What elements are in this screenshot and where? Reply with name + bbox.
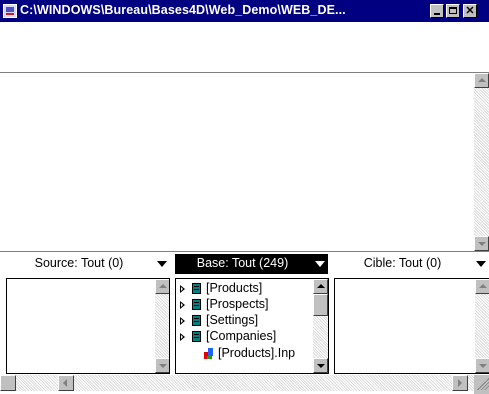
- expand-triangle-icon[interactable]: [180, 333, 185, 341]
- field-icon: [204, 348, 214, 360]
- base-tree[interactable]: [Products] [Prospects] [Settings] [Compa…: [175, 278, 329, 374]
- minimize-icon: [434, 13, 440, 15]
- scroll-left-button[interactable]: [58, 375, 74, 391]
- table-icon: [192, 283, 201, 294]
- source-list[interactable]: [6, 278, 170, 374]
- source-dropdown[interactable]: Source: Tout (0): [6, 254, 170, 274]
- dropdown-arrow-icon: [476, 261, 486, 267]
- table-icon: [192, 315, 201, 326]
- scroll-down-button[interactable]: [474, 236, 489, 251]
- arrow-down-icon: [159, 364, 167, 368]
- scroll-up-button[interactable]: [155, 279, 169, 294]
- resize-grip-icon[interactable]: [474, 375, 489, 390]
- tree-item-label: [Products]: [206, 281, 263, 295]
- scroll-right-button[interactable]: [452, 375, 468, 391]
- close-icon: ✕: [465, 5, 475, 17]
- scroll-down-button[interactable]: [475, 358, 489, 373]
- tree-item-label: [Products].Inp: [218, 346, 296, 360]
- main-vertical-scrollbar[interactable]: [474, 73, 489, 251]
- tree-item-label: [Settings]: [206, 313, 259, 327]
- scroll-up-button[interactable]: [474, 73, 489, 88]
- scroll-up-button[interactable]: [313, 279, 328, 294]
- table-icon: [192, 331, 201, 342]
- base-header-label: Base: Tout (249): [196, 256, 289, 270]
- expand-triangle-icon[interactable]: [180, 301, 185, 309]
- app-icon[interactable]: [3, 4, 17, 18]
- window-title: C:\WINDOWS\Bureau\Bases4D\Web_Demo\WEB_D…: [20, 3, 346, 17]
- arrow-down-icon: [317, 364, 325, 368]
- source-vertical-scrollbar[interactable]: [155, 279, 169, 373]
- maximize-button[interactable]: [446, 4, 460, 18]
- expand-triangle-icon[interactable]: [180, 317, 185, 325]
- toolbar-area: [0, 22, 489, 72]
- arrow-up-icon: [159, 284, 167, 288]
- arrow-left-icon: [63, 379, 67, 387]
- arrow-down-icon: [478, 242, 486, 246]
- separator: [0, 251, 489, 252]
- expand-triangle-icon[interactable]: [180, 285, 185, 293]
- tree-item-label: [Prospects]: [206, 297, 269, 311]
- dropdown-arrow-icon: [157, 261, 167, 267]
- base-vertical-scrollbar[interactable]: [313, 279, 328, 373]
- title-bar[interactable]: C:\WINDOWS\Bureau\Bases4D\Web_Demo\WEB_D…: [0, 0, 489, 22]
- base-dropdown[interactable]: Base: Tout (249): [175, 254, 328, 274]
- arrow-up-icon: [479, 284, 487, 288]
- scroll-up-button[interactable]: [475, 279, 489, 294]
- arrow-down-icon: [479, 364, 487, 368]
- arrow-up-icon: [478, 78, 486, 82]
- source-header-label: Source: Tout (0): [34, 256, 124, 270]
- dropdown-arrow-icon: [315, 261, 325, 267]
- scroll-down-button[interactable]: [313, 358, 328, 373]
- target-vertical-scrollbar[interactable]: [475, 279, 489, 373]
- target-list[interactable]: [334, 278, 489, 374]
- arrow-up-icon: [317, 284, 325, 288]
- scroll-left-button[interactable]: [0, 375, 16, 391]
- maximize-icon: [449, 7, 457, 14]
- close-button[interactable]: ✕: [463, 4, 477, 18]
- tree-item-label: [Companies]: [206, 329, 277, 343]
- target-header-label: Cible: Tout (0): [363, 256, 442, 270]
- minimize-button[interactable]: [430, 4, 444, 18]
- table-icon: [192, 299, 201, 310]
- arrow-right-icon: [458, 379, 462, 387]
- scroll-down-button[interactable]: [155, 358, 169, 373]
- horizontal-scrollbar[interactable]: [0, 375, 474, 391]
- target-dropdown[interactable]: Cible: Tout (0): [334, 254, 489, 274]
- scroll-thumb[interactable]: [313, 294, 328, 316]
- main-content-area[interactable]: [0, 73, 474, 251]
